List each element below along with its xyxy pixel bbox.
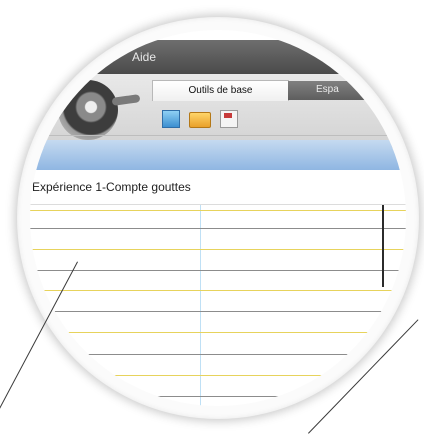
grid-line: [30, 311, 406, 312]
grid-line: [30, 354, 406, 355]
window-caption-bar: [30, 140, 406, 170]
grid-line: [30, 332, 406, 333]
magnifier-lens: Aide Outils de base Espa Expérience 1-Co…: [30, 30, 406, 406]
ribbon-divider: [30, 135, 406, 136]
scrollbar-edge[interactable]: [382, 205, 384, 287]
grid-line: [30, 228, 406, 229]
menu-item-aide[interactable]: Aide: [132, 50, 156, 64]
app-logo-icon[interactable]: [58, 80, 118, 140]
grid-line: [30, 249, 406, 250]
grid-line: [30, 270, 406, 271]
grid-line: [30, 396, 406, 397]
tab-outils-de-base[interactable]: Outils de base: [152, 80, 289, 101]
menu-bar: [30, 40, 406, 74]
grid-line: [30, 290, 406, 291]
tab-espace[interactable]: Espa: [288, 81, 388, 100]
grid-line: [30, 375, 406, 376]
open-folder-icon[interactable]: [189, 112, 211, 128]
save-icon[interactable]: [220, 110, 238, 128]
new-document-icon[interactable]: [162, 110, 180, 128]
grid-line: [30, 210, 406, 211]
document-title: Expérience 1-Compte gouttes: [32, 180, 191, 194]
